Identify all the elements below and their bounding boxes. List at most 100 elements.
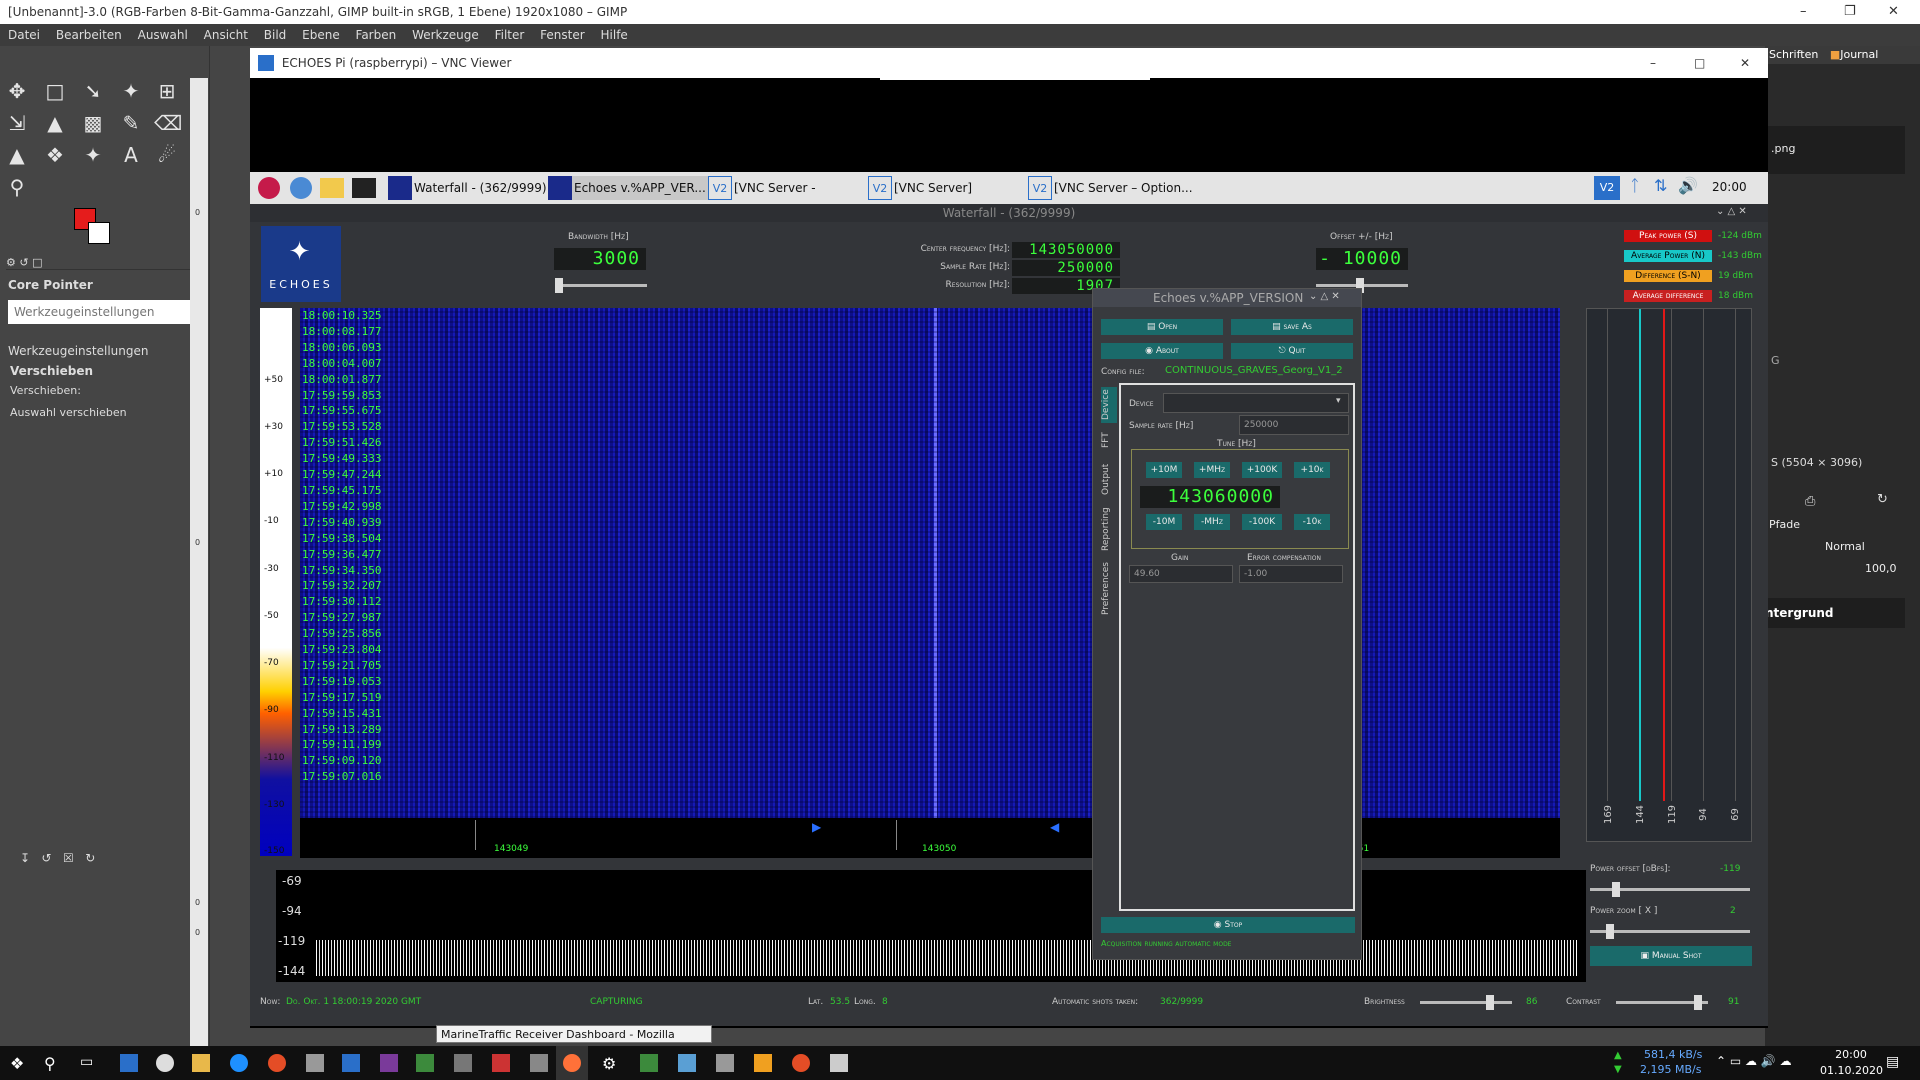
close-icon[interactable]: ✕ <box>1888 0 1899 24</box>
print-icon[interactable]: ⎙ <box>1805 494 1815 509</box>
move-tool-icon[interactable]: ✥ <box>4 78 30 104</box>
file-explorer-icon[interactable] <box>192 1054 210 1072</box>
stop-button[interactable]: ◉ Stop <box>1101 917 1355 933</box>
tune-up-mhz[interactable]: +MHz <box>1194 462 1230 478</box>
smudge-icon[interactable]: ❖ <box>42 142 68 168</box>
manual-shot-button[interactable]: ▣ Manual Shot <box>1590 946 1752 966</box>
maximize-icon[interactable]: ❐ <box>1844 0 1856 24</box>
app-window-controls[interactable]: ⌄ △ ✕ <box>1716 206 1747 217</box>
tune-down-mhz[interactable]: -MHz <box>1194 514 1230 530</box>
calculator-icon[interactable] <box>716 1054 734 1072</box>
quit-button[interactable]: ⎋ Quit <box>1231 343 1353 359</box>
task-vnc-options[interactable]: V2 [VNC Server – Option... <box>1028 176 1198 200</box>
settings-icon[interactable]: ⚙ <box>602 1054 620 1073</box>
taskbar-app-icon[interactable] <box>120 1054 138 1072</box>
tab-fft[interactable]: FFT <box>1101 427 1117 453</box>
browser-icon[interactable] <box>290 177 312 199</box>
network-icon[interactable]: ⇅ <box>1654 176 1667 195</box>
notification-icon[interactable]: ▤ <box>1886 1054 1899 1070</box>
layer-row[interactable]: ntergrund <box>1765 598 1905 628</box>
background-color-swatch[interactable] <box>88 222 110 244</box>
about-button[interactable]: ◉ About <box>1101 343 1223 359</box>
bucket-fill-icon[interactable]: ▩ <box>80 110 106 136</box>
raspberry-menu-icon[interactable] <box>258 177 280 199</box>
terminal-icon[interactable] <box>352 178 376 198</box>
warp-icon[interactable]: ▲ <box>42 110 68 136</box>
tune-down-100k[interactable]: -100K <box>1242 514 1282 530</box>
vnc-toolbar-handle[interactable] <box>880 78 1150 80</box>
taskbar-app-icon[interactable] <box>678 1054 696 1072</box>
windows-start-icon[interactable]: ❖ <box>10 1054 28 1073</box>
taskbar-app-icon[interactable] <box>492 1054 510 1072</box>
werkzeug-search-field[interactable] <box>8 300 208 324</box>
vnc-maximize-icon[interactable]: □ <box>1694 48 1705 78</box>
lasso-icon[interactable]: ➘ <box>80 78 106 104</box>
dialog-window-controls[interactable]: ⌄ △ ✕ <box>1309 291 1340 302</box>
power-zoom-slider[interactable] <box>1590 924 1750 939</box>
vnc-taskbar-icon[interactable] <box>342 1054 360 1072</box>
brightness-slider[interactable] <box>1420 995 1512 1010</box>
taskbar-app-icon[interactable] <box>640 1054 658 1072</box>
chrome-icon[interactable] <box>268 1054 286 1072</box>
band-left-marker-icon[interactable]: ▶ <box>812 820 821 834</box>
sample-rate-select[interactable]: 250000 <box>1239 415 1349 435</box>
vnc-close-icon[interactable]: ✕ <box>1740 48 1750 78</box>
layer-mode[interactable]: Normal <box>1825 540 1865 553</box>
clone-icon[interactable]: ▲ <box>4 142 30 168</box>
menu-auswahl[interactable]: Auswahl <box>138 28 188 42</box>
menu-werkzeuge[interactable]: Werkzeuge <box>412 28 479 42</box>
crop-icon[interactable]: ⊞ <box>154 78 180 104</box>
taskbar-app-icon[interactable] <box>454 1054 472 1072</box>
volume-icon[interactable]: 🔊 <box>1678 176 1698 195</box>
eraser-icon[interactable]: ⌫ <box>154 110 182 136</box>
task-waterfall[interactable]: Waterfall - (362/9999) <box>388 176 548 200</box>
task-echoes[interactable]: Echoes v.%APP_VER... <box>548 176 708 200</box>
tune-down-10m[interactable]: -10M <box>1146 514 1182 530</box>
fuzzy-select-icon[interactable]: ✦ <box>118 78 144 104</box>
system-tray-icons[interactable]: ⌃ ▭ ☁ 🔊 ☁ <box>1716 1054 1792 1068</box>
slider-handle[interactable] <box>1486 995 1494 1010</box>
menu-fenster[interactable]: Fenster <box>540 28 585 42</box>
tab-preferences[interactable]: Preferences <box>1101 559 1117 619</box>
taskbar-app-icon[interactable] <box>754 1054 772 1072</box>
taskbar-app-icon[interactable] <box>380 1054 398 1072</box>
transform-icon[interactable]: ⇲ <box>4 110 30 136</box>
tune-up-10m[interactable]: +10M <box>1146 462 1182 478</box>
slider-handle[interactable] <box>1606 924 1614 939</box>
zoom-icon[interactable]: ⚲ <box>4 174 30 200</box>
firefox-taskbar-slot[interactable] <box>556 1046 588 1080</box>
file-manager-icon[interactable] <box>320 178 344 198</box>
tune-down-10k[interactable]: -10k <box>1294 514 1330 530</box>
error-comp-field[interactable]: -1.00 <box>1239 565 1343 583</box>
save-as-button[interactable]: ▤ save As <box>1231 319 1353 335</box>
taskbar-app-icon[interactable] <box>830 1054 848 1072</box>
refresh-icon[interactable]: ↻ <box>1877 492 1888 507</box>
slider-handle[interactable] <box>1612 882 1620 897</box>
paintbrush-icon[interactable]: ✎ <box>118 110 144 136</box>
color-picker-icon[interactable]: ☄ <box>154 142 180 168</box>
menu-ebene[interactable]: Ebene <box>302 28 340 42</box>
tab-reporting[interactable]: Reporting <box>1101 503 1117 555</box>
offset-slider[interactable] <box>1316 278 1408 293</box>
taskbar-app-icon[interactable] <box>530 1054 548 1072</box>
power-offset-slider[interactable] <box>1590 882 1750 897</box>
taskbar-app-icon[interactable] <box>792 1054 810 1072</box>
menu-filter[interactable]: Filter <box>495 28 525 42</box>
band-right-marker-icon[interactable]: ◀ <box>1050 820 1059 834</box>
bluetooth-icon[interactable]: ᛏ <box>1630 176 1640 195</box>
taskbar-app-icon[interactable] <box>306 1054 324 1072</box>
vnc-minimize-icon[interactable]: – <box>1650 48 1656 78</box>
vnc-tray-icon[interactable]: V2 <box>1594 176 1620 200</box>
bandwidth-slider[interactable] <box>555 278 647 293</box>
menu-bearbeiten[interactable]: Bearbeiten <box>56 28 122 42</box>
tab-device[interactable]: Device <box>1101 387 1117 423</box>
task-vnc-file[interactable]: V2[VNC Server - Dateiüb... <box>708 176 868 219</box>
waterfall-panel[interactable]: 18:00:10.325 18:00:08.177 18:00:06.093 1… <box>247 308 1563 858</box>
slider-handle[interactable] <box>555 278 563 293</box>
menu-farben[interactable]: Farben <box>356 28 397 42</box>
tab-schriften[interactable]: Schriften <box>1769 48 1818 61</box>
open-button[interactable]: ▤ Open <box>1101 319 1223 335</box>
layer-opacity[interactable]: 100,0 <box>1865 562 1897 575</box>
tab-journal[interactable]: Journal <box>1840 48 1878 61</box>
contrast-slider[interactable] <box>1616 995 1708 1010</box>
